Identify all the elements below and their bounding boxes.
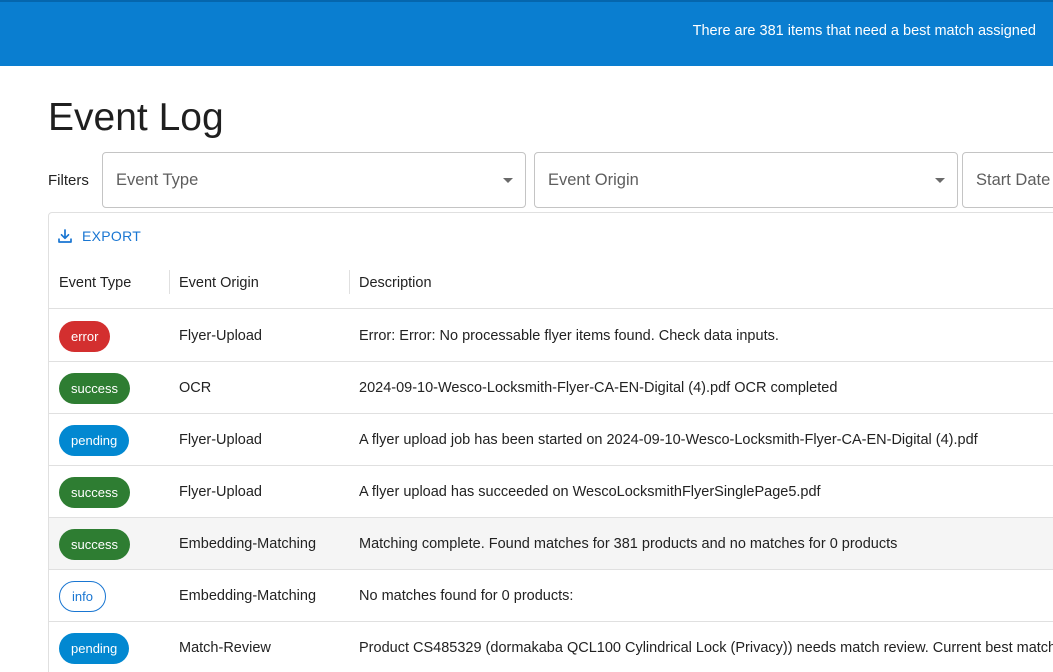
table-row[interactable]: success Embedding-Matching Matching comp… (49, 518, 1053, 570)
table-row[interactable]: success Flyer-Upload A flyer upload has … (49, 466, 1053, 518)
event-origin-cell: Flyer-Upload (179, 484, 262, 500)
description-cell: 2024-09-10-Wesco-Locksmith-Flyer-CA-EN-D… (359, 380, 838, 396)
column-header-event-type[interactable]: Event Type (59, 257, 131, 309)
table-row[interactable]: pending Flyer-Upload A flyer upload job … (49, 414, 1053, 466)
event-type-chip: error (59, 321, 111, 352)
event-type-chip: success (59, 373, 130, 404)
event-log-table: EXPORT Event Type Event Origin Descripti… (48, 212, 1053, 672)
table-row[interactable]: pending Match-Review Product CS485329 (d… (49, 622, 1053, 672)
column-separator[interactable] (169, 270, 170, 294)
event-type-chip: info (59, 581, 106, 612)
download-icon (58, 229, 72, 243)
event-type-chip: pending (59, 425, 130, 456)
event-origin-cell: Match-Review (179, 640, 271, 656)
description-cell: A flyer upload has succeeded on WescoLoc… (359, 484, 821, 500)
chevron-down-icon (503, 178, 513, 183)
description-cell: Product CS485329 (dormakaba QCL100 Cylin… (359, 640, 1053, 656)
event-origin-filter[interactable]: Event Origin (534, 152, 958, 208)
column-header-description[interactable]: Description (359, 257, 432, 309)
table-row[interactable]: success OCR 2024-09-10-Wesco-Locksmith-F… (49, 362, 1053, 414)
event-type-chip: pending (59, 633, 130, 664)
start-date-filter[interactable]: Start Date (962, 152, 1053, 208)
table-row[interactable]: error Flyer-Upload Error: Error: No proc… (49, 310, 1053, 362)
pending-matches-notice: There are 381 items that need a best mat… (692, 23, 1036, 39)
event-origin-cell: Embedding-Matching (179, 536, 317, 552)
filters-label: Filters (48, 172, 89, 189)
event-origin-filter-placeholder: Event Origin (548, 171, 639, 189)
event-type-chip: success (59, 529, 130, 560)
event-type-chip: success (59, 477, 130, 508)
column-header-event-origin[interactable]: Event Origin (179, 257, 259, 309)
export-button[interactable]: EXPORT (57, 226, 141, 246)
event-origin-cell: OCR (179, 380, 212, 396)
description-cell: Matching complete. Found matches for 381… (359, 536, 898, 552)
description-cell: Error: Error: No processable flyer items… (359, 328, 779, 344)
column-separator[interactable] (349, 270, 350, 294)
event-origin-cell: Flyer-Upload (179, 432, 262, 448)
table-header: Event Type Event Origin Description (49, 257, 1053, 309)
event-origin-cell: Embedding-Matching (179, 588, 317, 604)
description-cell: A flyer upload job has been started on 2… (359, 432, 978, 448)
export-button-label: EXPORT (82, 228, 142, 244)
top-banner: There are 381 items that need a best mat… (0, 0, 1053, 66)
description-cell: No matches found for 0 products: (359, 588, 574, 604)
event-type-filter[interactable]: Event Type (102, 152, 526, 208)
chevron-down-icon (935, 178, 945, 183)
table-row[interactable]: info Embedding-Matching No matches found… (49, 570, 1053, 622)
event-origin-cell: Flyer-Upload (179, 328, 262, 344)
page-title: Event Log (48, 96, 224, 139)
start-date-filter-placeholder: Start Date (976, 171, 1051, 189)
table-body: error Flyer-Upload Error: Error: No proc… (49, 310, 1053, 672)
event-type-filter-placeholder: Event Type (116, 171, 199, 189)
